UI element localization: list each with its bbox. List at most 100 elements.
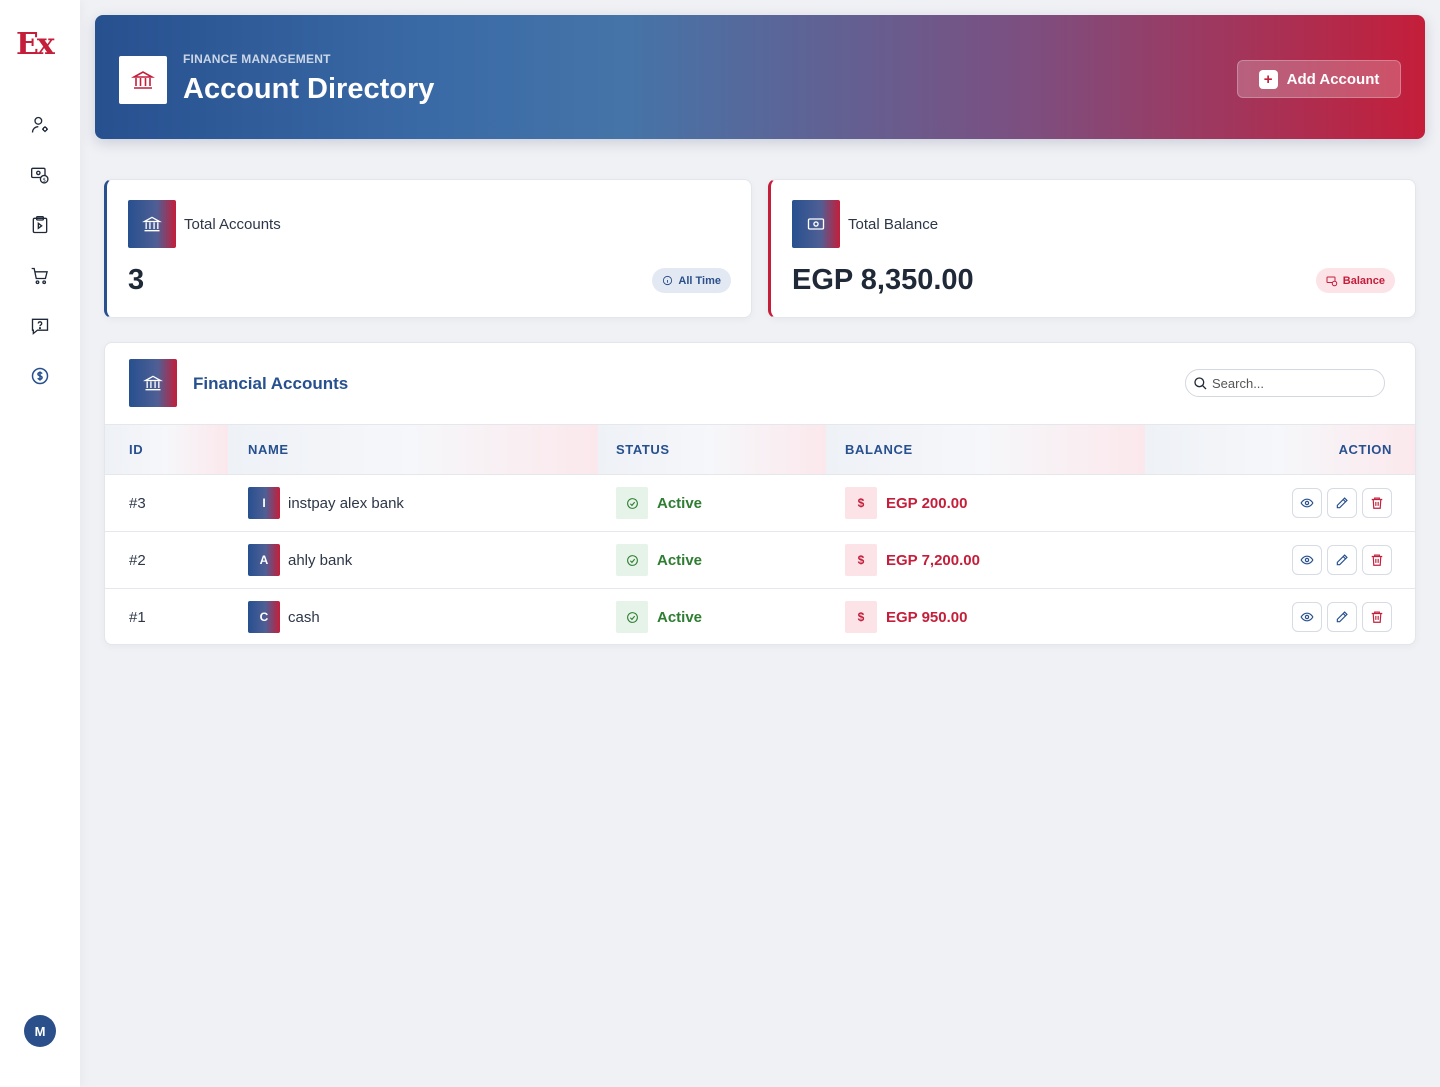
view-button[interactable] [1292, 488, 1322, 518]
column-header-status[interactable]: STATUS [598, 425, 826, 474]
bank-icon [128, 200, 176, 248]
cart-icon [31, 267, 48, 285]
total-balance-label: Total Balance [848, 216, 939, 233]
column-header-balance[interactable]: BALANCE [826, 425, 1145, 474]
search-box[interactable] [1185, 369, 1385, 397]
sidebar-item-finance[interactable] [26, 362, 54, 390]
account-status-cell: Active [616, 475, 702, 531]
sidebar-item-reports[interactable] [26, 211, 54, 239]
account-balance-cell: $ EGP 200.00 [845, 475, 967, 531]
check-circle-icon [616, 544, 648, 576]
trash-icon [1371, 554, 1383, 566]
total-balance-card: Total Balance EGP 8,350.00 Balance [768, 179, 1416, 318]
user-avatar[interactable]: M [24, 1015, 56, 1047]
column-header-name[interactable]: NAME [228, 425, 598, 474]
delete-button[interactable] [1362, 602, 1392, 632]
search-input[interactable] [1212, 375, 1382, 391]
sidebar-item-orders[interactable] [26, 262, 54, 290]
add-account-button[interactable]: + Add Account [1237, 60, 1401, 98]
search-icon [1194, 377, 1207, 390]
money-transfer-icon: $ [31, 167, 49, 184]
app-logo[interactable]: Ex [16, 28, 55, 62]
account-id: #2 [129, 551, 146, 569]
dollar-icon: $ [845, 544, 877, 576]
account-balance: EGP 7,200.00 [886, 551, 980, 569]
bank-icon [129, 359, 177, 407]
page-subtitle: FINANCE MANAGEMENT [183, 52, 331, 66]
eye-icon [1300, 612, 1314, 622]
account-balance: EGP 950.00 [886, 608, 968, 626]
delete-button[interactable] [1362, 545, 1392, 575]
check-circle-icon [616, 601, 648, 633]
dollar-icon: $ [845, 487, 877, 519]
clipboard-icon [32, 216, 48, 234]
account-name-cell: I instpay alex bank [248, 475, 404, 531]
dollar-circle-icon [31, 367, 49, 385]
account-id: #3 [129, 494, 146, 512]
eye-icon [1300, 498, 1314, 508]
sidebar: Ex $ M [0, 0, 80, 1087]
edit-button[interactable] [1327, 545, 1357, 575]
table-header: ID NAME STATUS BALANCE ACTION [105, 424, 1415, 475]
row-actions [1292, 589, 1392, 644]
account-initial: I [248, 487, 280, 519]
all-time-badge: All Time [652, 268, 731, 293]
column-header-id[interactable]: ID [105, 425, 228, 474]
account-name: ahly bank [288, 551, 353, 569]
eye-icon [1300, 555, 1314, 565]
total-accounts-value: 3 [128, 264, 145, 296]
balance-badge: Balance [1315, 268, 1395, 293]
check-circle-icon [616, 487, 648, 519]
column-header-action: ACTION [1145, 425, 1415, 474]
user-gear-icon [31, 116, 48, 133]
page-title: Account Directory [183, 73, 435, 105]
account-balance-cell: $ EGP 950.00 [845, 589, 968, 644]
sidebar-item-transfers[interactable]: $ [26, 161, 54, 189]
total-balance-value: EGP 8,350.00 [792, 264, 974, 296]
help-chat-icon [31, 318, 49, 335]
delete-button[interactable] [1362, 488, 1392, 518]
row-actions [1292, 475, 1392, 531]
account-status-cell: Active [616, 532, 702, 588]
row-actions [1292, 532, 1392, 588]
account-balance: EGP 200.00 [886, 494, 968, 512]
bank-icon [119, 56, 167, 104]
add-account-label: Add Account [1286, 70, 1380, 88]
financial-accounts-table: Financial Accounts ID NAME STATUS BALANC… [104, 342, 1416, 645]
sidebar-item-support[interactable] [26, 312, 54, 340]
svg-text:$: $ [42, 177, 45, 183]
account-status: Active [657, 608, 703, 626]
pencil-icon [1336, 611, 1348, 623]
page-header: FINANCE MANAGEMENT Account Directory + A… [95, 15, 1425, 139]
edit-button[interactable] [1327, 488, 1357, 518]
total-accounts-label: Total Accounts [184, 216, 281, 233]
total-accounts-card: Total Accounts 3 All Time [104, 179, 752, 318]
account-name-cell: A ahly bank [248, 532, 352, 588]
trash-icon [1371, 611, 1383, 623]
edit-button[interactable] [1327, 602, 1357, 632]
account-initial: C [248, 601, 280, 633]
view-button[interactable] [1292, 545, 1322, 575]
account-status: Active [657, 551, 703, 569]
view-button[interactable] [1292, 602, 1322, 632]
info-icon [663, 275, 673, 286]
dollar-icon: $ [845, 601, 877, 633]
account-name-cell: C cash [248, 589, 320, 644]
money-icon [1326, 276, 1338, 286]
table-title: Financial Accounts [193, 374, 349, 393]
cash-icon [792, 200, 840, 248]
account-status: Active [657, 494, 703, 512]
account-initial: A [248, 544, 280, 576]
plus-icon: + [1258, 69, 1278, 89]
table-row[interactable]: #1 C cash Active $ EGP 950.00 [105, 589, 1415, 644]
account-name: instpay alex bank [288, 494, 404, 512]
trash-icon [1371, 497, 1383, 509]
sidebar-item-users[interactable] [26, 111, 54, 139]
all-time-badge-label: All Time [678, 274, 721, 287]
table-row[interactable]: #3 I instpay alex bank Active $ EGP 200.… [105, 475, 1415, 532]
table-row[interactable]: #2 A ahly bank Active $ EGP 7,200.00 [105, 532, 1415, 589]
balance-badge-label: Balance [1342, 274, 1385, 287]
account-name: cash [288, 608, 320, 626]
account-status-cell: Active [616, 589, 703, 644]
account-id: #1 [129, 608, 146, 626]
